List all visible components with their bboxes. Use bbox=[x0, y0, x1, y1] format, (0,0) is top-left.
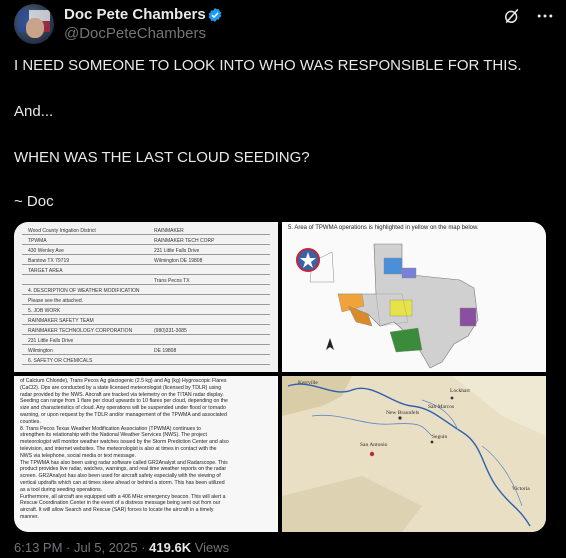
avatar[interactable] bbox=[14, 4, 54, 44]
form-field-text: 5. JOB WORK bbox=[28, 308, 61, 314]
form-field-text: RAINMAKER TECHNOLOGY CORPORATION bbox=[28, 328, 133, 334]
meta-separator: · bbox=[62, 540, 74, 555]
grok-icon[interactable] bbox=[502, 6, 522, 26]
river-map bbox=[282, 376, 546, 532]
document-line: television, and internet websites. The m… bbox=[20, 445, 217, 452]
form-field-text: 231 Little Falls Drive bbox=[154, 248, 200, 254]
document-line: radar provided by the NWS. Aircraft are … bbox=[20, 391, 224, 398]
form-field-text: TARGET AREA bbox=[28, 268, 63, 274]
post-line: I NEED SOMEONE TO LOOK INTO WHO WAS RESP… bbox=[14, 57, 522, 74]
map-label: San Antonio bbox=[360, 442, 388, 448]
views-count: 419.6K bbox=[149, 540, 192, 555]
document-line: (CaCl2). Ops are conducted by a state li… bbox=[20, 384, 222, 391]
form-field-text: RAINMAKER TECH CORP bbox=[154, 238, 215, 244]
form-field-text: 430 Wenley Ave bbox=[28, 248, 64, 254]
form-row-line bbox=[22, 244, 270, 245]
texas-map bbox=[296, 243, 479, 369]
author-name[interactable]: Doc Pete Chambers bbox=[64, 6, 206, 23]
form-row-line bbox=[22, 354, 270, 355]
form-field-text: 231 Little Falls Drive bbox=[28, 338, 74, 344]
media-document-image[interactable]: of Calcium Chloride), Trans Pecos Ag gla… bbox=[14, 376, 278, 532]
form-field-text: Barstow TX 79719 bbox=[28, 258, 70, 264]
post-line: ~ Doc bbox=[14, 193, 54, 210]
form-field-text: Trans Pecos TX bbox=[154, 278, 190, 284]
views-label: Views bbox=[191, 540, 230, 555]
document-line: Furthermore, all aircraft are equipped w… bbox=[20, 493, 226, 500]
document-text: of Calcium Chloride), Trans Pecos Ag gla… bbox=[20, 378, 272, 521]
map-label: New Braunfels bbox=[386, 410, 420, 416]
post-line: WHEN WAS THE LAST CLOUD SEEDING? bbox=[14, 149, 310, 166]
post-line: And... bbox=[14, 103, 54, 120]
meta-separator: · bbox=[137, 540, 150, 555]
map-label: San Marcos bbox=[428, 404, 455, 410]
form-field-text: (980)331-3085 bbox=[154, 328, 187, 334]
form-row-line bbox=[22, 274, 270, 275]
author-handle[interactable]: @DocPeteChambers bbox=[64, 25, 206, 42]
media-texas-map-image[interactable]: 5. Area of TPWMA operations is highlight… bbox=[282, 222, 546, 372]
post-header: Doc Pete Chambers @DocPeteChambers bbox=[14, 2, 554, 46]
document-line: of Calcium Chloride), Trans Pecos Ag gla… bbox=[20, 378, 227, 384]
form-row-line bbox=[22, 334, 270, 335]
document-line: Rescue Coordination Center in the event … bbox=[20, 500, 221, 507]
document-line: counties. bbox=[20, 418, 41, 425]
form-row-line bbox=[22, 364, 270, 365]
document-line: meteorologist will monitor weather watch… bbox=[20, 439, 229, 446]
form-row-line bbox=[22, 264, 270, 265]
document-line: NWS via telephone, social media or text … bbox=[20, 452, 136, 459]
form-row-line bbox=[22, 324, 270, 325]
form-field-text: Wood County Irrigation District bbox=[28, 228, 96, 234]
document-line: as a tool during seeding operations. bbox=[20, 486, 103, 493]
post-time[interactable]: 6:13 PM bbox=[14, 540, 62, 555]
form-field-text: Please see the attached. bbox=[28, 298, 84, 304]
document-line: Seeding can range from 1 flare per cloud… bbox=[20, 398, 228, 405]
form-row-line bbox=[22, 234, 270, 235]
form-field-text: RAINMAKER bbox=[154, 228, 184, 234]
map-label: Kerrville bbox=[298, 380, 318, 386]
form-row-line bbox=[22, 284, 270, 285]
document-line: The TPWMA has also been using radar soft… bbox=[20, 459, 228, 466]
more-icon[interactable] bbox=[535, 6, 555, 26]
form-row-line bbox=[22, 254, 270, 255]
document-line: manner. bbox=[20, 513, 39, 520]
media-grid: Wood County Irrigation District RAINMAKER… bbox=[14, 222, 546, 532]
form-field-text: TPWMA bbox=[28, 238, 47, 244]
form-field-text: DE 19808 bbox=[154, 348, 177, 354]
document-line: warning, or upon request by the TDLR and… bbox=[20, 411, 227, 418]
form-field-text: 6. SAFETY OR CHEMICALS bbox=[28, 358, 93, 364]
document-line: vertical updrafts which can at times ske… bbox=[20, 479, 225, 486]
media-river-map-image[interactable]: Kerrville Lockhart San Marcos New Braunf… bbox=[282, 376, 546, 532]
map-label: Lockhart bbox=[450, 388, 470, 394]
form-field-text: RAINMAKER SAFETY TEAM bbox=[28, 318, 94, 324]
map-label: Seguin bbox=[432, 434, 448, 440]
document-line: aircraft. It will allow Search and Rescu… bbox=[20, 507, 214, 514]
document-line: size and characteristics of cloud. Any o… bbox=[20, 405, 226, 412]
form-row-line bbox=[22, 314, 270, 315]
document-line: screen. GR2Analyst has also been used fo… bbox=[20, 473, 221, 480]
form-field-text: Wilmington DE 19808 bbox=[154, 258, 203, 264]
form-field-text: Wilmington bbox=[28, 348, 53, 354]
form-row-line bbox=[22, 304, 270, 305]
avatar-face bbox=[26, 18, 44, 38]
form-row-line bbox=[22, 294, 270, 295]
form-field-text: 4. DESCRIPTION OF WEATHER MODIFICATION bbox=[28, 288, 140, 294]
document-line: strengthen its relationship with the Nat… bbox=[20, 432, 207, 439]
document-line: product provides live radar, watches, wa… bbox=[20, 466, 227, 473]
post-meta: 6:13 PM · Jul 5, 2025 · 419.6K Views bbox=[14, 540, 229, 555]
document-line: 8. Trans Pecos Texas Weather Modificatio… bbox=[20, 425, 201, 432]
media-form-image[interactable]: Wood County Irrigation District RAINMAKER… bbox=[14, 222, 278, 372]
map-label: Victoria bbox=[512, 486, 530, 492]
verified-badge-icon bbox=[208, 8, 222, 22]
post-date[interactable]: Jul 5, 2025 bbox=[74, 540, 138, 555]
form-row-line bbox=[22, 344, 270, 345]
